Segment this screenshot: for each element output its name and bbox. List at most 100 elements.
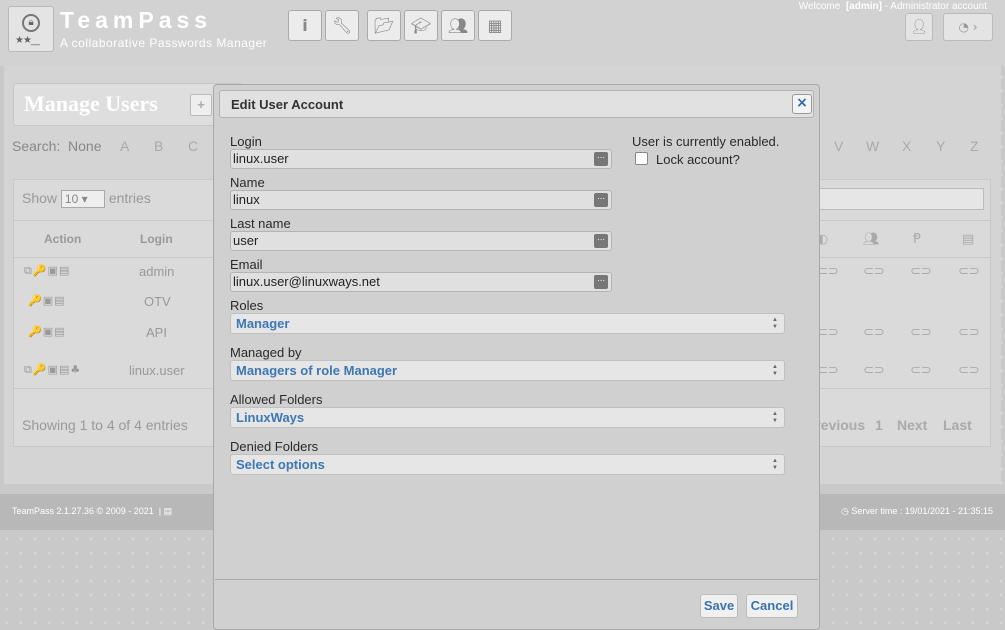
toggle-icon[interactable]: ⊂⊃ <box>958 264 980 279</box>
row-actions[interactable]: 🔑▣▤ <box>28 294 65 307</box>
teampass-logo[interactable]: 🔒︎ ★★__ <box>8 6 54 52</box>
cubes-icon[interactable]: ▦ <box>478 10 512 41</box>
dialog-header: Edit User Account × <box>219 90 814 118</box>
letter-filter-b[interactable]: B <box>154 138 163 154</box>
letter-filter-y[interactable]: Y <box>936 138 945 154</box>
server-time-text: Server time : 19/01/2021 - 21:35:15 <box>851 506 993 516</box>
search-filter: Search: None <box>12 138 102 154</box>
wrench-icon[interactable]: 🔧︎ <box>325 10 359 41</box>
toggle-icon[interactable]: ⊂⊃ <box>863 363 885 378</box>
lock-icon: 🔒︎ <box>22 14 40 32</box>
letter-filter-c[interactable]: C <box>188 138 198 154</box>
showing-entries-text: Showing 1 to 4 of 4 entries <box>22 417 188 433</box>
lock-account-checkbox[interactable] <box>635 152 648 165</box>
toggle-icon[interactable]: ⊂⊃ <box>958 325 980 340</box>
toggle-icon[interactable]: ⊂⊃ <box>863 325 885 340</box>
lastname-value: user <box>233 233 259 248</box>
lastname-field[interactable]: user ⋯ <box>230 231 612 251</box>
toggle-icon[interactable]: ⊂⊃ <box>958 363 980 378</box>
name-field[interactable]: linux ⋯ <box>230 190 612 210</box>
dashboard-icon[interactable]: ◔ › <box>943 13 993 41</box>
toggle-icon[interactable]: ⊂⊃ <box>817 363 839 378</box>
keyboard-icon[interactable]: ⋯ <box>594 275 608 289</box>
managed-by-value: Managers of role Manager <box>236 363 398 378</box>
pager-next[interactable]: Next <box>897 417 927 433</box>
footer-server-time: ◷ Server time : 19/01/2021 - 21:35:15 <box>841 506 993 516</box>
welcome-suffix: - Administrator account <box>884 1 987 12</box>
managed-by-select[interactable]: Managers of role Manager ▲ ▼ <box>230 360 785 381</box>
password-stars-icon: ★★__ <box>15 35 40 46</box>
cancel-button[interactable]: Cancel <box>746 594 798 618</box>
toggle-icon[interactable]: ⊂⊃ <box>910 325 932 340</box>
footer-version: TeamPass 2.1.27.36 © 2009 - 2021 | ▤ <box>12 506 173 516</box>
toggle-icon[interactable]: ⊂⊃ <box>817 325 839 340</box>
save-button[interactable]: Save <box>700 594 738 618</box>
users-icon[interactable]: 👥︎ <box>441 10 475 41</box>
app-header: 🔒︎ ★★__ TeamPass A collaborative Passwor… <box>0 0 1005 66</box>
add-user-button[interactable]: + <box>190 94 212 116</box>
denied-folders-select[interactable]: Select options ▲ ▼ <box>230 454 785 475</box>
toggle-icon[interactable]: ⊂⊃ <box>910 264 932 279</box>
name-value: linux <box>233 192 260 207</box>
toggle-icon[interactable]: ⊂⊃ <box>910 363 932 378</box>
page-title: Manage Users <box>24 91 158 116</box>
denied-folders-label: Denied Folders <box>230 439 319 454</box>
column-manager-icon[interactable]: 👥︎ <box>863 232 880 247</box>
allowed-folders-select[interactable]: LinuxWays ▲ ▼ <box>230 407 785 428</box>
login-label: Login <box>230 134 262 149</box>
table-search-input[interactable] <box>819 188 984 210</box>
letter-filter-w[interactable]: W <box>866 138 879 154</box>
info-icon[interactable]: i <box>288 10 322 41</box>
table-row-login: admin <box>139 264 175 279</box>
dialog-footer-divider <box>215 579 818 580</box>
column-action[interactable]: Action <box>44 232 81 246</box>
pager-page-1[interactable]: 1 <box>875 417 883 433</box>
roles-select[interactable]: Manager ▲ ▼ <box>230 313 785 334</box>
letter-filter-z[interactable]: Z <box>970 138 979 154</box>
denied-folders-value: Select options <box>236 457 325 472</box>
email-field[interactable]: linux.user@linuxways.net ⋯ <box>230 272 612 292</box>
select-arrows-icon: ▲ ▼ <box>772 364 778 377</box>
lock-account-label[interactable]: Lock account? <box>656 152 740 167</box>
letter-filter-v[interactable]: V <box>834 138 843 154</box>
toggle-icon[interactable]: ⊂⊃ <box>817 264 839 279</box>
login-field[interactable]: linux.user ⋯ <box>230 149 612 169</box>
pager-last[interactable]: Last <box>943 417 972 433</box>
toggle-icon[interactable]: ⊂⊃ <box>863 264 885 279</box>
entries-select-value: 10 <box>64 192 79 207</box>
table-row-login: linux.user <box>129 363 185 378</box>
login-value: linux.user <box>233 151 289 166</box>
keyboard-icon[interactable]: ⋯ <box>594 193 608 207</box>
select-arrows-icon: ▲ ▼ <box>772 317 778 330</box>
row-actions[interactable]: 🔑▣▤ <box>28 325 65 338</box>
show-label: Show <box>22 190 58 206</box>
select-arrows-icon: ▲ ▼ <box>772 458 778 471</box>
letter-filter-x[interactable]: X <box>902 138 911 154</box>
entries-label: entries <box>108 190 151 206</box>
keyboard-icon[interactable]: ⋯ <box>594 234 608 248</box>
table-row-login: API <box>146 325 167 340</box>
user-status-text: User is currently enabled. <box>632 134 780 149</box>
search-none-link[interactable]: None <box>68 138 101 154</box>
managed-by-label: Managed by <box>230 345 302 360</box>
roles-value: Manager <box>236 316 290 331</box>
graduation-cap-icon[interactable]: 🎓︎ <box>404 10 438 41</box>
welcome-prefix: Welcome <box>798 1 841 12</box>
keyboard-icon[interactable]: ⋯ <box>594 152 608 166</box>
footer-version-text: TeamPass 2.1.27.36 © 2009 - 2021 <box>12 506 154 516</box>
column-personal-folder-icon[interactable]: ▤ <box>962 232 974 247</box>
close-icon[interactable]: × <box>792 94 812 114</box>
folder-open-icon[interactable]: 📂︎ <box>367 10 401 41</box>
entries-select[interactable]: 10 ▾ <box>60 190 105 209</box>
lastname-label: Last name <box>230 216 291 231</box>
letter-filter-a[interactable]: A <box>120 138 129 154</box>
row-actions[interactable]: ⧉🔑▣▤♣ <box>24 363 81 377</box>
user-avatar-icon[interactable]: 👤︎ <box>905 13 933 41</box>
allowed-folders-label: Allowed Folders <box>230 392 323 407</box>
dialog-title: Edit User Account <box>231 97 344 112</box>
email-label: Email <box>230 257 263 272</box>
column-login[interactable]: Login <box>140 232 173 246</box>
row-actions[interactable]: ⧉🔑▣▤ <box>24 264 70 278</box>
welcome-user: [admin] <box>845 1 882 12</box>
column-readonly-icon[interactable]: Ᵽ <box>913 232 921 247</box>
